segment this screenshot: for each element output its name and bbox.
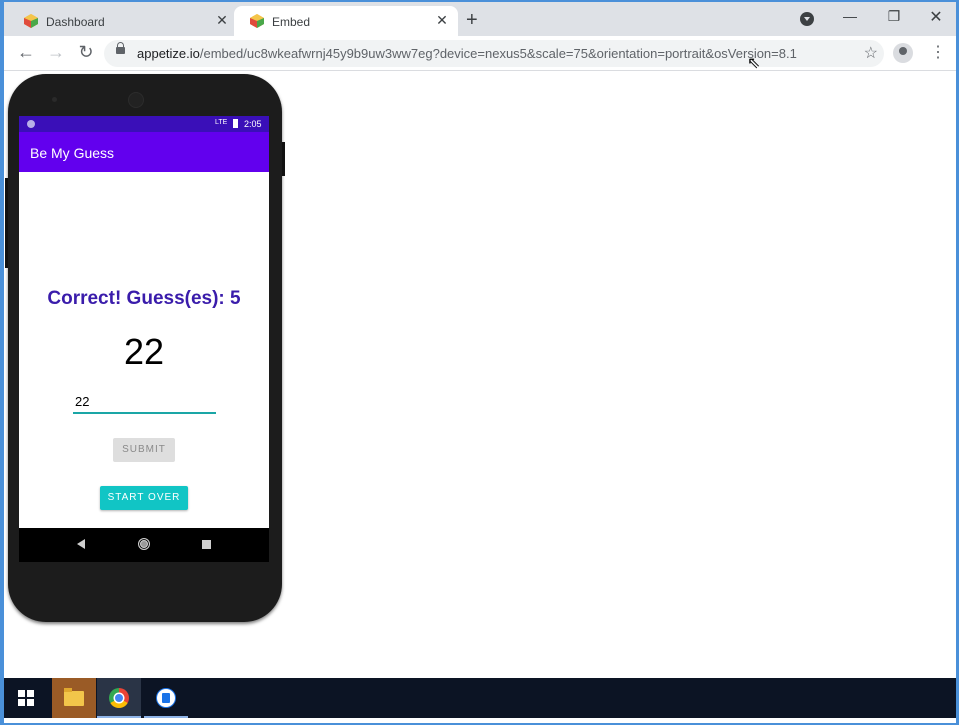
tab-label: Embed xyxy=(272,15,311,29)
more-menu-icon[interactable]: ⋮ xyxy=(930,42,946,62)
reload-icon[interactable]: ↻ xyxy=(76,42,96,63)
chrome-taskbar-button[interactable] xyxy=(97,678,141,718)
forward-arrow-icon[interactable]: → xyxy=(46,42,66,63)
battery-icon xyxy=(233,119,238,128)
volume-button xyxy=(5,178,8,268)
folder-icon xyxy=(64,688,84,706)
file-explorer-taskbar-button[interactable] xyxy=(52,678,96,718)
new-tab-button[interactable]: + xyxy=(466,9,478,32)
app-bar: Be My Guess xyxy=(19,132,269,172)
chrome-icon xyxy=(109,688,129,708)
android-status-bar: LTE 2:05 xyxy=(19,116,269,132)
minimize-icon[interactable]: — xyxy=(840,8,860,24)
app-icon xyxy=(156,688,176,708)
windows-taskbar xyxy=(4,678,956,718)
status-time: 2:05 xyxy=(244,119,262,129)
submit-button[interactable]: SUBMIT xyxy=(113,438,175,462)
app-title: Be My Guess xyxy=(30,145,115,161)
restore-icon[interactable]: ❐ xyxy=(884,8,904,25)
nav-recents-icon[interactable] xyxy=(202,540,211,549)
tab-embed[interactable]: Embed ✕ xyxy=(234,6,458,36)
result-message: Correct! Guess(es): 5 xyxy=(47,288,241,309)
start-over-button[interactable]: START OVER xyxy=(100,486,188,510)
tab-search-icon[interactable] xyxy=(800,12,814,26)
bookmark-star-icon[interactable]: ☆ xyxy=(864,43,878,63)
browser-window: Dashboard ✕ Embed ✕ + — ❐ ✕ ← → ↻ appeti… xyxy=(4,2,956,723)
browser-toolbar: ← → ↻ appetize.io/embed/uc8wkeafwrnj45y9… xyxy=(4,36,956,71)
signal-icon: LTE xyxy=(215,119,228,126)
tab-strip: Dashboard ✕ Embed ✕ + — ❐ ✕ xyxy=(4,2,956,36)
address-bar[interactable]: appetize.io/embed/uc8wkeafwrnj45y9b9uw3w… xyxy=(104,40,884,67)
power-button xyxy=(282,142,285,176)
back-arrow-icon[interactable]: ← xyxy=(16,42,36,63)
appetize-icon xyxy=(24,14,38,28)
notification-icon xyxy=(27,120,35,128)
close-window-icon[interactable]: ✕ xyxy=(926,7,946,27)
target-number: 22 xyxy=(123,331,165,372)
tab-label: Dashboard xyxy=(46,15,105,29)
front-sensor xyxy=(52,97,57,102)
mouse-cursor-icon: ⇖ xyxy=(747,55,761,72)
close-tab-icon[interactable]: ✕ xyxy=(434,12,450,29)
lock-icon xyxy=(116,42,125,54)
nav-back-icon[interactable] xyxy=(77,539,85,549)
guess-input[interactable]: 22 xyxy=(73,394,216,414)
appetize-icon xyxy=(250,14,264,28)
close-tab-icon[interactable]: ✕ xyxy=(214,12,230,29)
nav-home-icon[interactable] xyxy=(138,538,150,550)
device-frame: LTE 2:05 Be My Guess Correct! Guess(es):… xyxy=(5,74,285,622)
windows-start-icon[interactable] xyxy=(18,690,34,706)
url-path: /embed/uc8wkeafwrnj45y9b9uw3ww7eg?device… xyxy=(199,46,797,61)
url-host: appetize.io xyxy=(137,46,200,61)
android-nav-bar xyxy=(19,528,269,562)
url-text: appetize.io/embed/uc8wkeafwrnj45y9b9uw3w… xyxy=(137,46,797,61)
device-screen: LTE 2:05 Be My Guess Correct! Guess(es):… xyxy=(19,116,269,562)
account-icon[interactable] xyxy=(893,43,913,63)
front-camera xyxy=(128,92,144,108)
app-taskbar-button[interactable] xyxy=(144,678,188,718)
tab-dashboard[interactable]: Dashboard ✕ xyxy=(8,6,234,36)
